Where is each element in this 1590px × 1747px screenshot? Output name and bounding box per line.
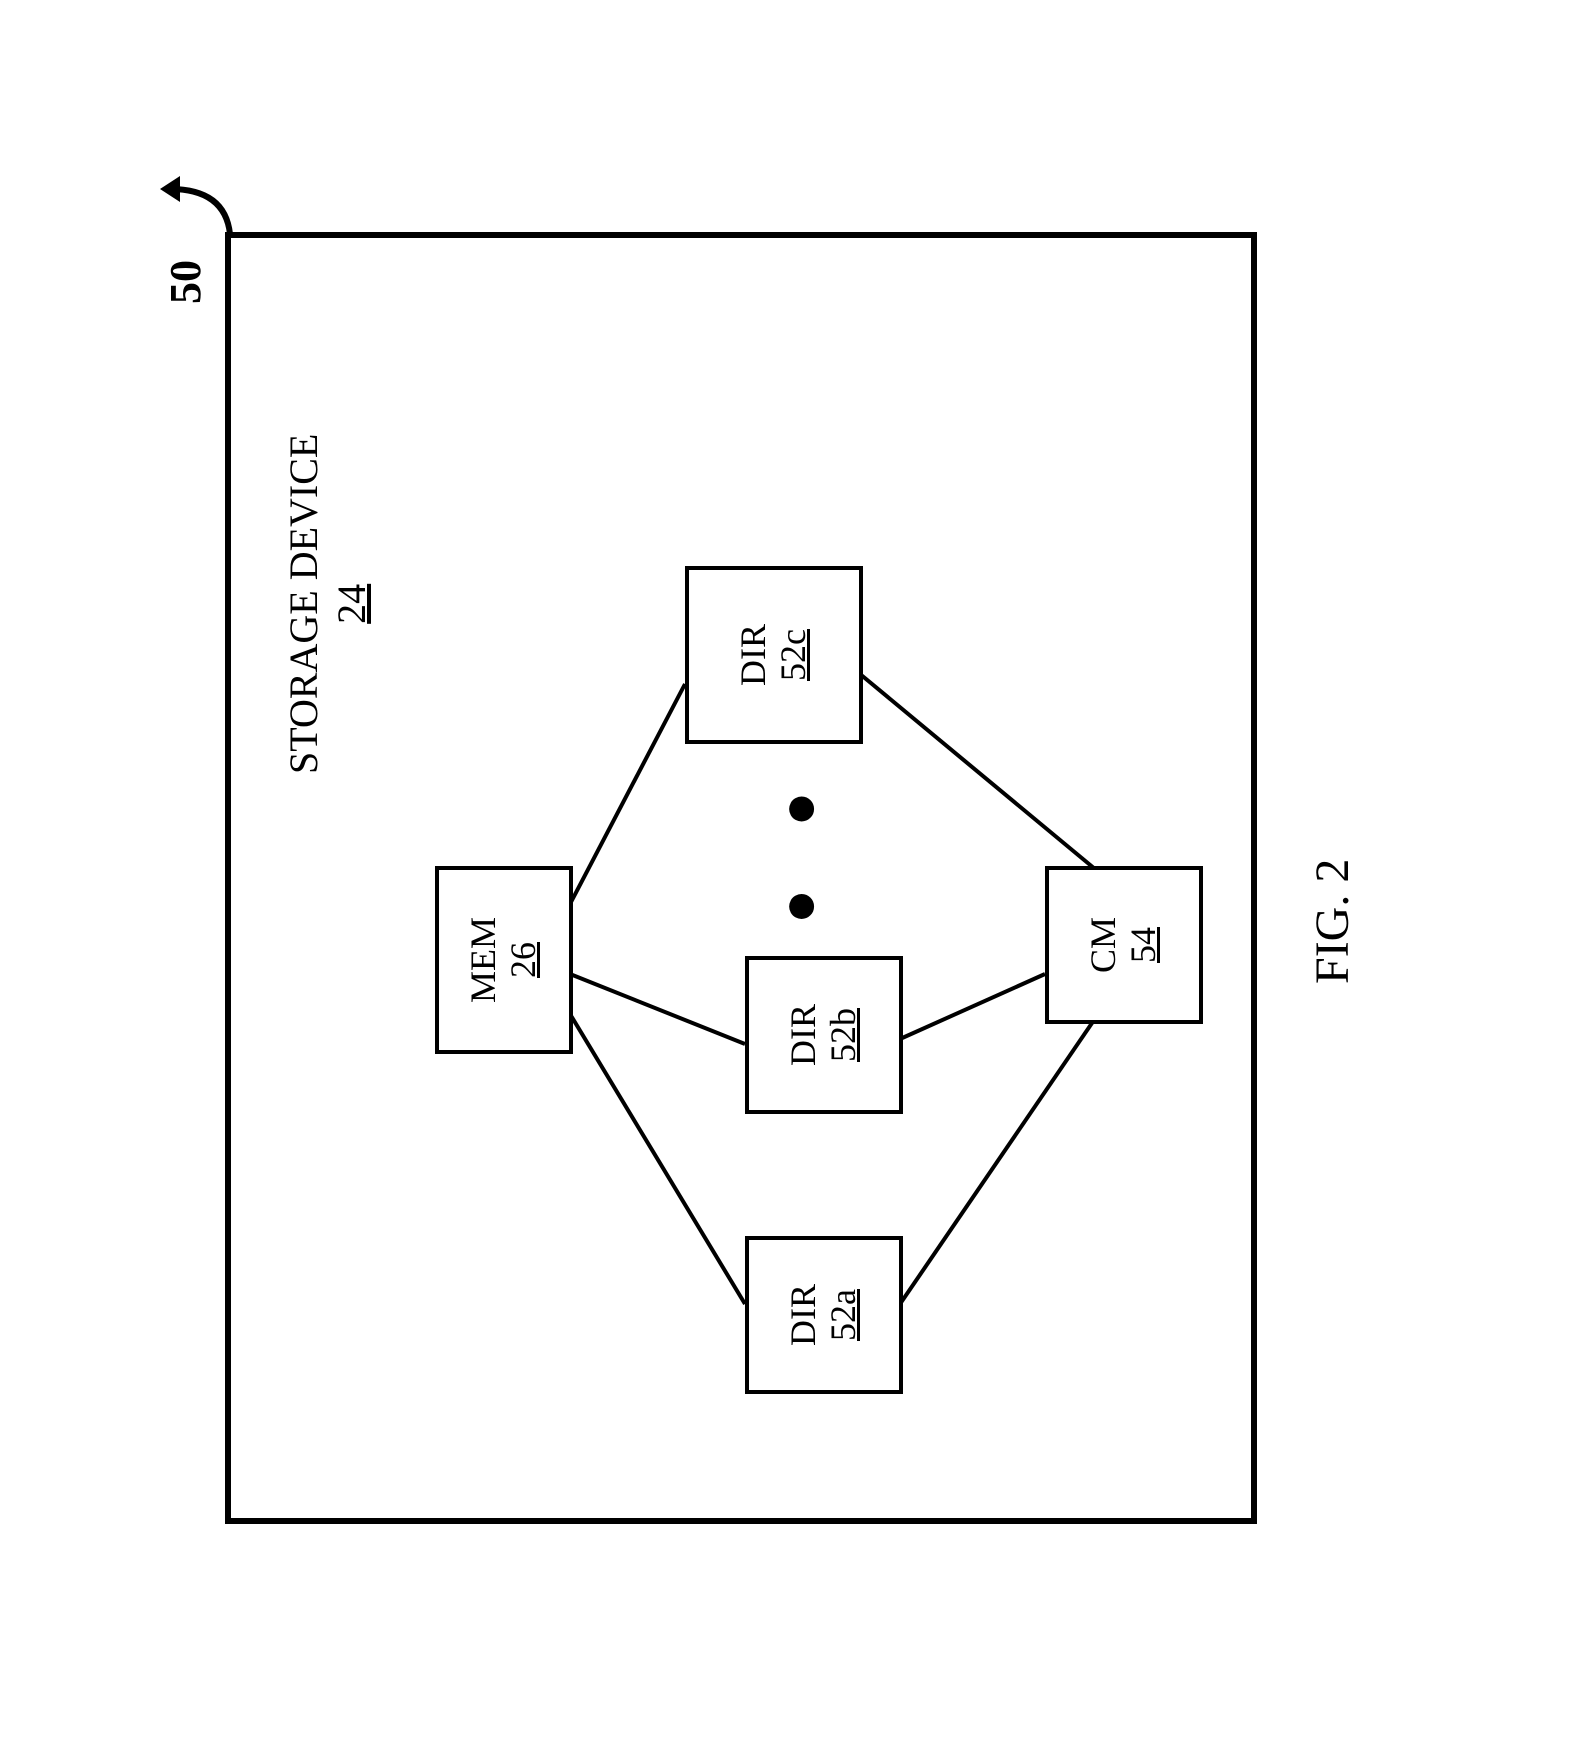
storage-title-text: STORAGE DEVICE xyxy=(280,433,328,773)
cm-block: CM 54 xyxy=(1045,866,1203,1024)
dir-c-label: DIR xyxy=(734,624,774,686)
dir-block-c: DIR 52c xyxy=(685,566,863,744)
dir-a-label: DIR xyxy=(784,1284,824,1346)
mem-block: MEM 26 xyxy=(435,866,573,1054)
reference-arrow-icon xyxy=(145,164,235,244)
figure-caption: FIG. 2 xyxy=(1305,858,1360,983)
dir-block-a: DIR 52a xyxy=(745,1236,903,1394)
cm-label: CM xyxy=(1084,916,1124,972)
figure-ref-label: 50 xyxy=(160,260,211,304)
figure-ref-number: 50 xyxy=(160,260,211,304)
dir-a-ref: 52a xyxy=(824,1289,864,1341)
diagram-canvas: 50 STORAGE DEVICE 24 MEM 26 DIR 52a xyxy=(0,0,1590,1747)
dir-block-b: DIR 52b xyxy=(745,956,903,1114)
storage-device-label: STORAGE DEVICE 24 xyxy=(280,433,376,773)
cm-ref: 54 xyxy=(1124,927,1164,963)
storage-ref-number: 24 xyxy=(328,433,376,773)
dir-c-ref: 52c xyxy=(774,629,814,681)
mem-ref: 26 xyxy=(504,942,544,978)
dir-b-label: DIR xyxy=(784,1004,824,1066)
mem-label: MEM xyxy=(464,917,504,1003)
dir-b-ref: 52b xyxy=(824,1008,864,1062)
rotated-figure: 50 STORAGE DEVICE 24 MEM 26 DIR 52a xyxy=(105,124,1485,1624)
